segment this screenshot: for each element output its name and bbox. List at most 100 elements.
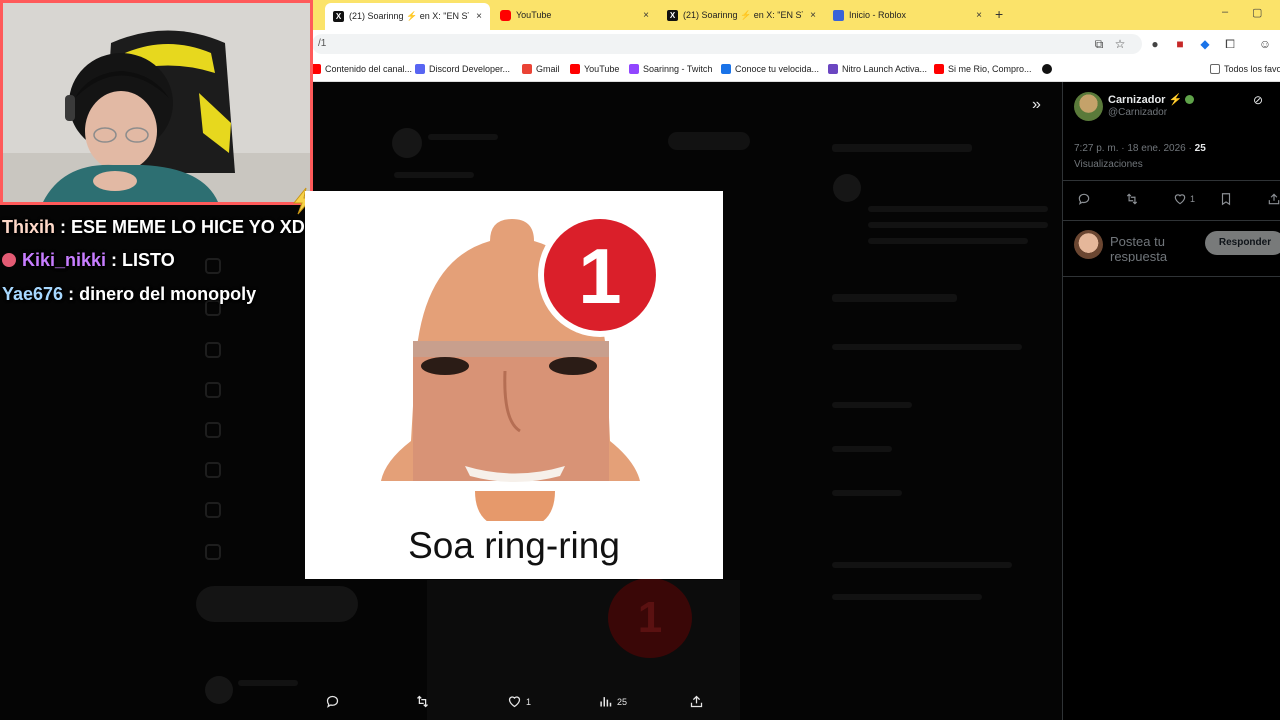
tab-title: Inicio - Roblox: [849, 10, 907, 20]
close-icon[interactable]: ×: [810, 10, 816, 21]
url-input[interactable]: /1: [312, 34, 1142, 54]
dim-line: [832, 490, 902, 496]
bookmark-item[interactable]: Nitro Launch Activa...: [828, 64, 927, 74]
chat-message: Thixih : ESE MEME LO HICE YO XD: [2, 217, 305, 238]
status-dot-icon: [1185, 95, 1195, 104]
bookmark-item[interactable]: YouTube: [570, 64, 619, 74]
bookmark-item[interactable]: Discord Developer...: [415, 64, 510, 74]
bookmark-star-icon[interactable]: ☆: [1113, 37, 1127, 51]
avatar: [833, 174, 861, 202]
bookmark-item[interactable]: Contenido del canal...: [311, 64, 412, 74]
chat-message: Yae676 : dinero del monopoly: [2, 284, 256, 305]
bookmark-item[interactable]: Si me Rio, Compro...: [934, 64, 1032, 74]
divider: [1063, 220, 1280, 221]
bookmark-item[interactable]: [1042, 64, 1052, 74]
youtube-icon: [500, 9, 511, 21]
dim-button: [668, 132, 750, 150]
extension-icon[interactable]: ●: [1148, 37, 1162, 51]
webcam-feed: PILOT: [3, 3, 310, 202]
gmail-icon: [522, 64, 532, 74]
minimize-icon[interactable]: –: [1222, 6, 1228, 18]
retweet-button[interactable]: [1125, 192, 1139, 206]
profile-avatar-icon[interactable]: ☺: [1258, 37, 1272, 51]
chat-text: : dinero del monopoly: [63, 284, 257, 304]
bookmark-button[interactable]: [1219, 192, 1233, 206]
extension-icon[interactable]: ■: [1173, 37, 1187, 51]
author-handle[interactable]: @Carnizador: [1108, 107, 1167, 118]
like-icon: [508, 696, 521, 708]
post-timestamp: 7:27 p. m. · 18 ene. 2026 · 25: [1074, 143, 1206, 154]
like-icon: [1174, 194, 1186, 205]
post-detail-panel: Carnizador ⚡ @Carnizador ⊘ 7:27 p. m. · …: [1062, 82, 1280, 720]
reply-button[interactable]: [1077, 192, 1091, 206]
nav-item: [205, 544, 221, 560]
bookmark-item[interactable]: Soarinng - Twitch: [629, 64, 712, 74]
avatar: [392, 128, 422, 158]
share-button[interactable]: [689, 694, 704, 709]
tab-soarinng-x[interactable]: X (21) Soarinng ⚡ en X: "EN STR ×: [325, 3, 490, 30]
dim-line: [832, 144, 972, 152]
share-icon: [1268, 193, 1280, 205]
bookmark-icon: [1221, 193, 1231, 206]
like-button[interactable]: 1: [507, 694, 531, 709]
discord-icon: [415, 64, 425, 74]
reply-input[interactable]: Postea tu respuesta: [1110, 234, 1192, 262]
tab-title: (21) Soarinng ⚡ en X: "EN STR: [349, 11, 469, 21]
dim-badge: 1: [608, 578, 692, 658]
webcam-overlay: PILOT: [0, 0, 313, 205]
dim-line: [868, 238, 1028, 244]
author-name[interactable]: Carnizador ⚡: [1108, 93, 1195, 106]
like-count: 1: [1190, 194, 1196, 204]
reply-submit-button[interactable]: Responder: [1205, 231, 1280, 255]
post-actions: 1: [1074, 192, 1280, 212]
divider: [1063, 180, 1280, 181]
puzzle-icon[interactable]: ⧠: [1223, 37, 1237, 51]
x-icon: X: [333, 11, 344, 22]
retweet-button[interactable]: [415, 694, 430, 709]
like-button[interactable]: 1: [1173, 192, 1195, 206]
speedtest-icon: [721, 64, 731, 74]
tab-youtube[interactable]: YouTube ×: [492, 4, 657, 26]
grok-icon[interactable]: ⊘: [1253, 93, 1263, 107]
views-button[interactable]: 25: [598, 694, 627, 709]
share-icon: [690, 695, 703, 708]
globe-icon: [1042, 64, 1052, 74]
author-avatar[interactable]: [1074, 92, 1103, 121]
close-icon[interactable]: ×: [643, 10, 649, 21]
my-avatar: [1074, 230, 1103, 259]
close-icon[interactable]: ×: [476, 11, 482, 22]
views-total: 25: [1194, 143, 1206, 154]
retweet-icon: [1126, 193, 1138, 205]
views-label: Visualizaciones: [1074, 159, 1143, 170]
folder-icon: [1210, 64, 1220, 74]
bookmark-item[interactable]: Gmail: [522, 64, 560, 74]
youtube-icon: [570, 64, 580, 74]
tab-soarinng-x-2[interactable]: X (21) Soarinng ⚡ en X: "EN STR ×: [659, 4, 824, 26]
x-icon: X: [667, 9, 678, 21]
share-button[interactable]: [1267, 192, 1280, 206]
roblox-icon: [833, 9, 844, 21]
bookmark-folder-all[interactable]: Todos los favo: [1210, 64, 1280, 74]
chat-text: : ESE MEME LO HICE YO XD: [55, 217, 305, 237]
dim-line: [832, 446, 892, 452]
url-text: /1: [318, 38, 327, 49]
meme-image: 1 Soa ring-ring: [305, 191, 723, 579]
maximize-icon[interactable]: ▢: [1252, 6, 1262, 19]
reply-button[interactable]: [325, 694, 340, 709]
dim-line: [832, 594, 982, 600]
install-app-icon[interactable]: ⧉: [1092, 37, 1106, 51]
youtube-icon: [934, 64, 944, 74]
dim-line: [868, 206, 1048, 212]
dim-line: [428, 134, 498, 140]
like-count: 1: [526, 696, 532, 707]
extension-icon[interactable]: ◆: [1198, 37, 1212, 51]
dim-line: [832, 344, 1022, 350]
lightning-badge-icon: ⚡: [1168, 94, 1183, 106]
tab-roblox[interactable]: Inicio - Roblox ×: [825, 4, 990, 26]
close-icon[interactable]: ×: [976, 10, 982, 21]
reply-icon: [326, 695, 339, 708]
bookmark-item[interactable]: Conoce tu velocida...: [721, 64, 819, 74]
new-tab-button[interactable]: +: [995, 6, 1003, 22]
chevrons-right-icon[interactable]: »: [1032, 96, 1041, 114]
dim-line: [832, 294, 957, 302]
